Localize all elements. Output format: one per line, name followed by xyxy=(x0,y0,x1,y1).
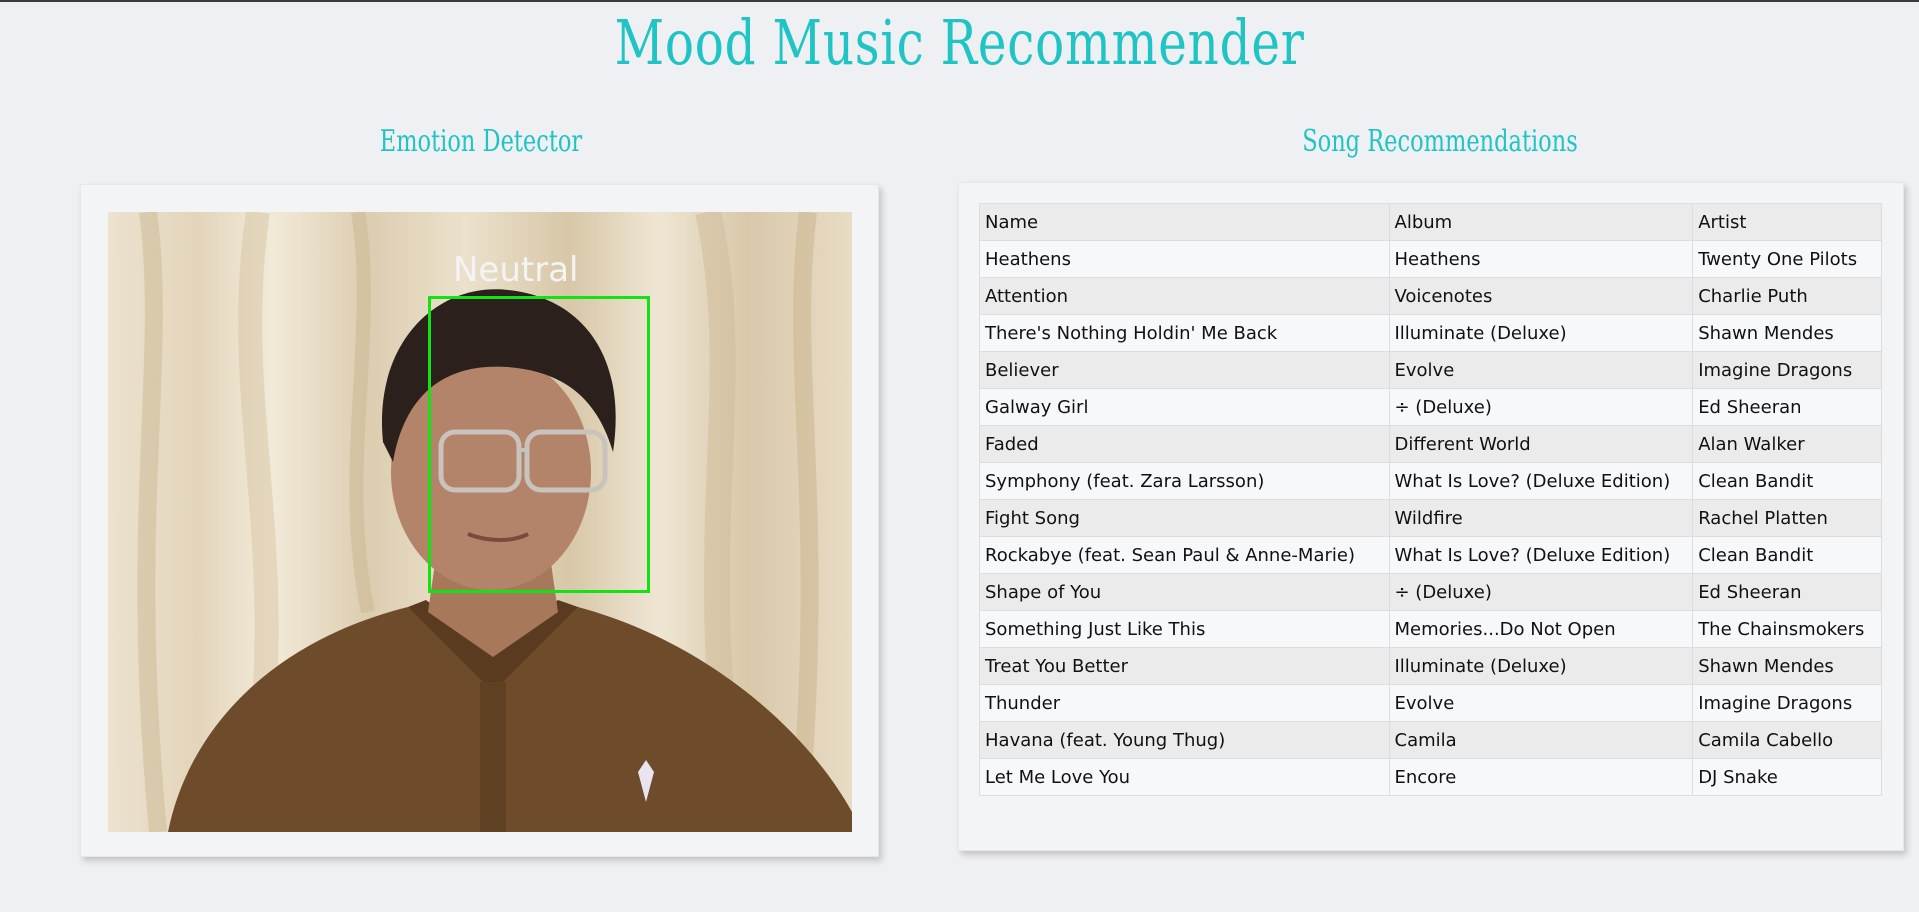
song-artist-cell: Imagine Dragons xyxy=(1692,351,1882,389)
song-album-cell: ÷ (Deluxe) xyxy=(1388,388,1694,426)
table-row: Faded Different World Alan Walker xyxy=(979,425,1882,463)
table-row: Havana (feat. Young Thug) Camila Camila Ca… xyxy=(979,721,1882,759)
table-row: Thunder Evolve Imagine Dragons xyxy=(979,684,1882,722)
song-name-cell: Shape of You xyxy=(979,573,1390,611)
song-album-cell: Memories...Do Not Open xyxy=(1388,610,1694,648)
column-header-album: Album xyxy=(1388,203,1694,241)
face-bounding-box xyxy=(428,296,650,593)
song-artist-cell: Ed Sheeran xyxy=(1692,573,1882,611)
song-album-cell: Evolve xyxy=(1388,351,1694,389)
song-album-cell: Evolve xyxy=(1388,684,1694,722)
song-name-cell: Let Me Love You xyxy=(979,758,1390,796)
song-artist-cell: Charlie Puth xyxy=(1692,277,1882,315)
song-name-cell: Faded xyxy=(979,425,1390,463)
column-header-name: Name xyxy=(979,203,1390,241)
table-row: Galway Girl ÷ (Deluxe) Ed Sheeran xyxy=(979,388,1882,426)
detected-emotion-label: Neutral xyxy=(453,250,579,290)
song-recommendations-table: Name Album Artist Heathens Heathens Twenty… xyxy=(979,203,1882,796)
song-album-cell: Wildfire xyxy=(1388,499,1694,537)
table-row: Let Me Love You Encore DJ Snake xyxy=(979,758,1882,796)
song-name-cell: There's Nothing Holdin' Me Back xyxy=(979,314,1390,352)
song-album-cell: Illuminate (Deluxe) xyxy=(1388,314,1694,352)
song-artist-cell: Rachel Platten xyxy=(1692,499,1882,537)
song-album-cell: What Is Love? (Deluxe Edition) xyxy=(1388,462,1694,500)
song-name-cell: Havana (feat. Young Thug) xyxy=(979,721,1390,759)
song-name-cell: Rockabye (feat. Sean Paul & Anne-Marie) xyxy=(979,536,1390,574)
song-album-cell: Camila xyxy=(1388,721,1694,759)
song-artist-cell: DJ Snake xyxy=(1692,758,1882,796)
table-row: Heathens Heathens Twenty One Pilots xyxy=(979,240,1882,278)
table-row: Believer Evolve Imagine Dragons xyxy=(979,351,1882,389)
song-artist-cell: Clean Bandit xyxy=(1692,536,1882,574)
song-album-cell: ÷ (Deluxe) xyxy=(1388,573,1694,611)
song-album-cell: Encore xyxy=(1388,758,1694,796)
table-row: Shape of You ÷ (Deluxe) Ed Sheeran xyxy=(979,573,1882,611)
window-top-border xyxy=(0,0,1919,2)
table-row: Symphony (feat. Zara Larsson) What Is Lov… xyxy=(979,462,1882,500)
song-artist-cell: The Chainsmokers xyxy=(1692,610,1882,648)
song-artist-cell: Camila Cabello xyxy=(1692,721,1882,759)
song-album-cell: Different World xyxy=(1388,425,1694,463)
song-artist-cell: Clean Bandit xyxy=(1692,462,1882,500)
song-artist-cell: Ed Sheeran xyxy=(1692,388,1882,426)
table-row: Rockabye (feat. Sean Paul & Anne-Marie) W… xyxy=(979,536,1882,574)
app-title: Mood Music Recommender xyxy=(614,6,1305,79)
song-album-cell: Heathens xyxy=(1388,240,1694,278)
song-name-cell: Treat You Better xyxy=(979,647,1390,685)
song-artist-cell: Shawn Mendes xyxy=(1692,647,1882,685)
song-name-cell: Heathens xyxy=(979,240,1390,278)
webcam-feed: Neutral xyxy=(108,212,852,832)
song-artist-cell: Alan Walker xyxy=(1692,425,1882,463)
table-row: Something Just Like This Memories...Do No… xyxy=(979,610,1882,648)
table-row: Treat You Better Illuminate (Deluxe) Shawn… xyxy=(979,647,1882,685)
song-album-cell: What Is Love? (Deluxe Edition) xyxy=(1388,536,1694,574)
song-album-cell: Illuminate (Deluxe) xyxy=(1388,647,1694,685)
table-row: Fight Song Wildfire Rachel Platten xyxy=(979,499,1882,537)
table-row: There's Nothing Holdin' Me Back Illuminat… xyxy=(979,314,1882,352)
column-header-artist: Artist xyxy=(1692,203,1882,241)
song-artist-cell: Twenty One Pilots xyxy=(1692,240,1882,278)
song-artist-cell: Shawn Mendes xyxy=(1692,314,1882,352)
song-name-cell: Believer xyxy=(979,351,1390,389)
song-name-cell: Symphony (feat. Zara Larsson) xyxy=(979,462,1390,500)
table-row: Attention Voicenotes Charlie Puth xyxy=(979,277,1882,315)
emotion-detector-title: Emotion Detector xyxy=(379,124,583,159)
song-name-cell: Something Just Like This xyxy=(979,610,1390,648)
song-album-cell: Voicenotes xyxy=(1388,277,1694,315)
song-name-cell: Fight Song xyxy=(979,499,1390,537)
song-name-cell: Galway Girl xyxy=(979,388,1390,426)
table-header-row: Name Album Artist xyxy=(979,203,1882,241)
song-artist-cell: Imagine Dragons xyxy=(1692,684,1882,722)
song-recommendations-title: Song Recommendations xyxy=(1302,124,1578,159)
song-name-cell: Thunder xyxy=(979,684,1390,722)
song-name-cell: Attention xyxy=(979,277,1390,315)
